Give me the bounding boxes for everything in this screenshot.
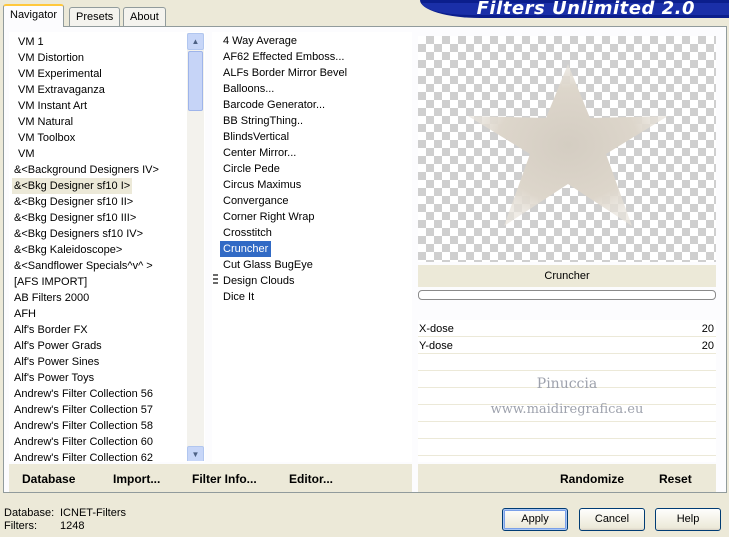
filter-item[interactable]: Center Mirror... — [220, 145, 299, 161]
status-filters-label: Filters: — [4, 520, 37, 532]
star-preview-image — [468, 64, 668, 226]
filter-item[interactable]: Cruncher — [220, 241, 272, 257]
tab-navigator[interactable]: Navigator — [3, 4, 65, 27]
category-item[interactable]: Andrew's Filter Collection 60 — [12, 434, 155, 450]
help-button[interactable]: Help — [655, 508, 721, 531]
tab-presets[interactable]: Presets — [69, 7, 121, 27]
progress-bar — [418, 290, 716, 300]
filter-item[interactable]: BB StringThing.. — [220, 113, 306, 129]
category-item[interactable]: VM Toolbox — [16, 130, 77, 146]
category-item[interactable]: &<Background Designers IV> — [12, 162, 161, 178]
filter-item[interactable]: Design Clouds — [220, 273, 298, 289]
category-item[interactable]: VM Experimental — [16, 66, 104, 82]
status-database-value: ICNET-Filters — [60, 507, 126, 519]
param-row-empty — [418, 423, 716, 439]
category-item[interactable]: VM Extravaganza — [16, 82, 107, 98]
randomize-link[interactable]: Randomize — [560, 472, 624, 486]
category-item[interactable]: AB Filters 2000 — [12, 290, 91, 306]
scroll-down-button[interactable]: ▼ — [187, 446, 204, 461]
category-item[interactable]: &<Bkg Designer sf10 I> — [12, 178, 133, 194]
category-item[interactable]: VM 1 — [16, 34, 46, 50]
category-item[interactable]: Andrew's Filter Collection 58 — [12, 418, 155, 434]
param-label: X-dose — [419, 323, 454, 335]
category-item[interactable]: VM — [16, 146, 37, 162]
status-filters-value: 1248 — [60, 520, 85, 532]
param-value[interactable]: 20 — [702, 338, 714, 354]
database-link[interactable]: Database — [22, 472, 75, 486]
filter-item[interactable]: Convergance — [220, 193, 291, 209]
param-row-x-dose[interactable]: X-dose 20 — [418, 321, 716, 337]
category-item[interactable]: Alf's Power Grads — [12, 338, 104, 354]
filter-item[interactable]: Balloons... — [220, 81, 277, 97]
category-item[interactable]: Alf's Power Sines — [12, 354, 101, 370]
category-scrollbar[interactable]: ▲ ▼ — [187, 33, 204, 461]
category-item[interactable]: &<Bkg Designer sf10 II> — [12, 194, 135, 210]
filter-item[interactable]: Circle Pede — [220, 161, 283, 177]
category-item[interactable]: Andrew's Filter Collection 57 — [12, 402, 155, 418]
preview-area — [418, 36, 716, 262]
filter-item[interactable]: BlindsVertical — [220, 129, 292, 145]
app-title: Filters Unlimited 2.0 — [476, 0, 695, 19]
filter-item[interactable]: Crosstitch — [220, 225, 275, 241]
watermark-url: www.maidiregrafica.eu — [490, 402, 644, 417]
scroll-up-button[interactable]: ▲ — [187, 33, 204, 50]
category-item[interactable]: [AFS IMPORT] — [12, 274, 89, 290]
reset-link[interactable]: Reset — [659, 472, 692, 486]
category-list[interactable]: ▲ ▼ VM 1 VM Distortion VM Experimental VM E… — [9, 32, 205, 462]
status-database-label: Database: — [4, 507, 55, 519]
param-label: Y-dose — [419, 340, 453, 352]
preview-action-bar: Randomize Reset — [418, 464, 716, 492]
category-item[interactable]: &<Bkg Designers sf10 IV> — [12, 226, 145, 242]
category-item[interactable]: AFH — [12, 306, 38, 322]
filter-item[interactable]: AF62 Effected Emboss... — [220, 49, 347, 65]
filter-item[interactable]: Circus Maximus — [220, 177, 304, 193]
filter-item[interactable]: 4 Way Average — [220, 33, 300, 49]
category-item[interactable]: Andrew's Filter Collection 62 — [12, 450, 155, 461]
preview-filter-name: Cruncher — [418, 265, 716, 287]
status-area: Database: ICNET-Filters Filters: 1248 — [4, 507, 126, 533]
import-link[interactable]: Import... — [113, 472, 160, 486]
category-item[interactable]: &<Bkg Designer sf10 III> — [12, 210, 138, 226]
filter-item[interactable]: Dice It — [220, 289, 257, 305]
category-item[interactable]: &<Sandflower Specials^v^ > — [12, 258, 155, 274]
filter-item[interactable]: Cut Glass BugEye — [220, 257, 316, 273]
param-row-empty — [418, 355, 716, 371]
category-item[interactable]: VM Distortion — [16, 50, 86, 66]
filter-item[interactable]: Barcode Generator... — [220, 97, 328, 113]
category-item[interactable]: Alf's Power Toys — [12, 370, 96, 386]
param-value[interactable]: 20 — [702, 321, 714, 337]
tab-about[interactable]: About — [123, 7, 166, 27]
watermark-name: Pinuccia — [536, 376, 598, 392]
editor-link[interactable]: Editor... — [289, 472, 333, 486]
cancel-button[interactable]: Cancel — [579, 508, 645, 531]
filter-info-link[interactable]: Filter Info... — [192, 472, 257, 486]
param-row-y-dose[interactable]: Y-dose 20 — [418, 338, 716, 354]
category-item[interactable]: &<Bkg Kaleidoscope> — [12, 242, 124, 258]
filter-item[interactable]: ALFs Border Mirror Bevel — [220, 65, 350, 81]
param-row-empty — [418, 440, 716, 456]
list-action-bar: Database Import... Filter Info... Editor… — [9, 464, 412, 492]
filter-item[interactable]: Corner Right Wrap — [220, 209, 318, 225]
title-banner: Filters Unlimited 2.0 — [420, 0, 729, 19]
category-item[interactable]: Alf's Border FX — [12, 322, 90, 338]
grip-icon — [213, 274, 218, 286]
category-item[interactable]: Andrew's Filter Collection 56 — [12, 386, 155, 402]
category-item[interactable]: VM Instant Art — [16, 98, 89, 114]
parameter-panel: X-dose 20 Y-dose 20 Pinuccia www.maidire… — [418, 320, 716, 462]
filter-list[interactable]: 4 Way Average AF62 Effected Emboss... ALFs… — [212, 32, 412, 462]
category-item[interactable]: VM Natural — [16, 114, 75, 130]
scroll-thumb[interactable] — [188, 51, 203, 111]
apply-button[interactable]: Apply — [502, 508, 568, 531]
